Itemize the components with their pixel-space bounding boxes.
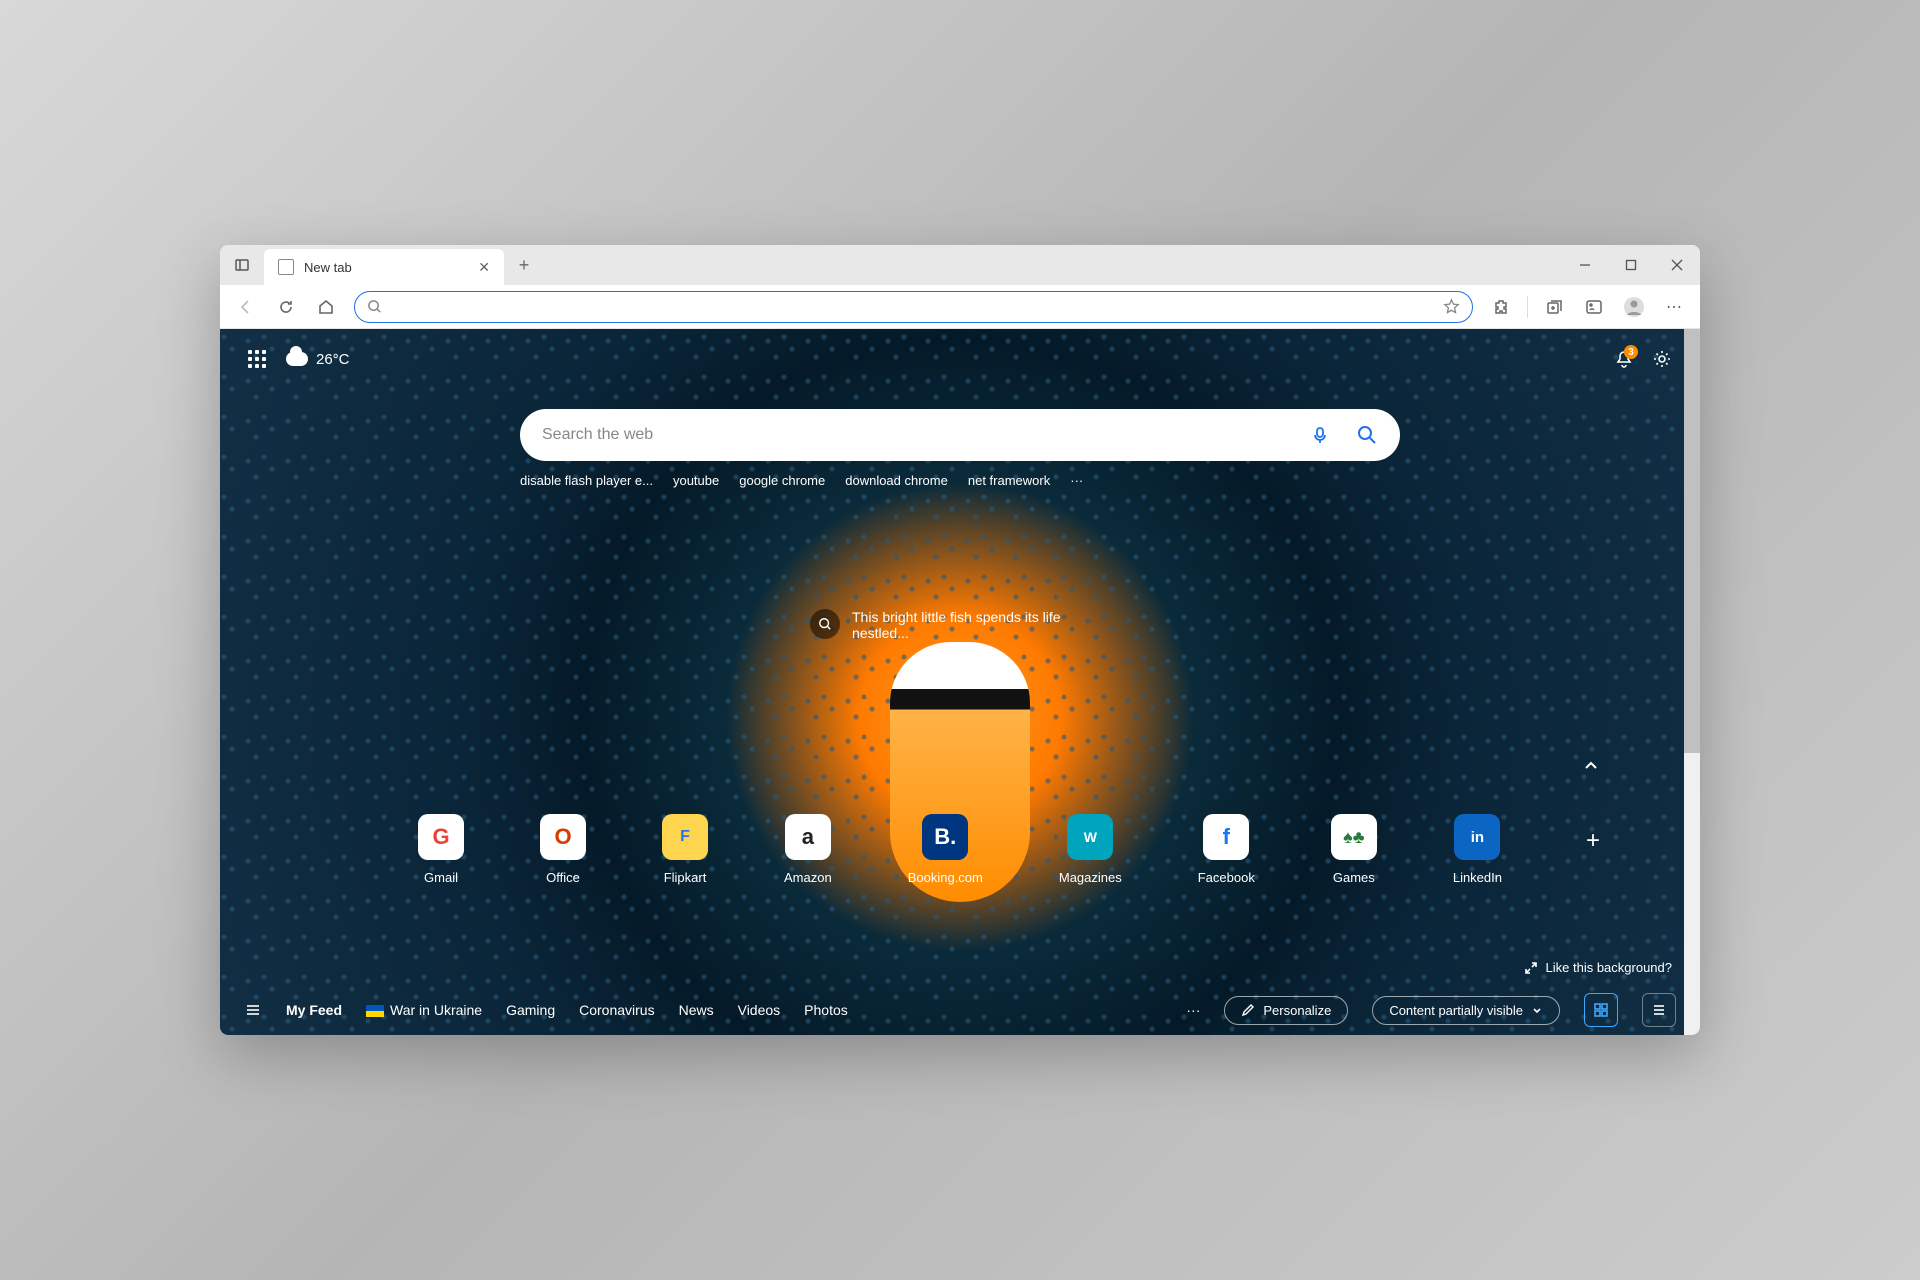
visibility-label: Content partially visible <box>1389 1003 1523 1018</box>
tile-flipkart[interactable]: FFlipkart <box>662 814 708 885</box>
tile-label: Magazines <box>1059 870 1122 885</box>
extensions-button[interactable] <box>1483 289 1519 325</box>
tile-label: Amazon <box>784 870 832 885</box>
cloud-icon <box>286 352 308 366</box>
back-button[interactable] <box>228 289 264 325</box>
tab-close-button[interactable]: ✕ <box>478 259 490 276</box>
info-search-icon <box>810 609 840 639</box>
new-tab-page: 26°C 3 Search the web disable flash play… <box>220 329 1700 1035</box>
search-box[interactable]: Search the web <box>520 409 1400 461</box>
search-icon <box>367 299 382 314</box>
feed-item[interactable]: Videos <box>738 1002 781 1018</box>
scrollbar[interactable] <box>1684 329 1700 1035</box>
search-suggestions: disable flash player e... youtube google… <box>520 473 1400 488</box>
tooltip-text: This bright little fish spends its life … <box>852 609 1110 641</box>
quick-links: GGmail OOffice FFlipkart aAmazon B.Booki… <box>418 814 1502 885</box>
search-placeholder: Search the web <box>542 426 653 444</box>
feed-item-ukraine[interactable]: War in Ukraine <box>366 1002 482 1018</box>
toolbar-separator <box>1527 296 1528 318</box>
grid-view-button[interactable] <box>1584 993 1618 1027</box>
collapse-tiles-button[interactable] <box>1582 757 1600 775</box>
tile-magazines[interactable]: WMagazines <box>1059 814 1122 885</box>
suggestion-item[interactable]: disable flash player e... <box>520 473 653 488</box>
tile-label: LinkedIn <box>1453 870 1502 885</box>
suggestion-item[interactable]: google chrome <box>739 473 825 488</box>
notification-badge: 3 <box>1624 345 1638 359</box>
list-view-button[interactable] <box>1642 993 1676 1027</box>
pencil-icon <box>1241 1003 1255 1017</box>
like-background-button[interactable]: Like this background? <box>1524 960 1672 975</box>
profile-button[interactable] <box>1616 289 1652 325</box>
home-button[interactable] <box>308 289 344 325</box>
temperature-text: 26°C <box>316 351 350 368</box>
page-settings-button[interactable] <box>1652 349 1672 369</box>
suggestion-item[interactable]: download chrome <box>845 473 948 488</box>
microphone-icon[interactable] <box>1310 425 1330 445</box>
content-visibility-dropdown[interactable]: Content partially visible <box>1372 996 1560 1025</box>
tile-linkedin[interactable]: inLinkedIn <box>1453 814 1502 885</box>
suggestion-item[interactable]: net framework <box>968 473 1050 488</box>
add-tile-button[interactable]: + <box>1586 827 1600 855</box>
search-submit-icon[interactable] <box>1356 424 1378 446</box>
titlebar: New tab ✕ + <box>220 245 1700 285</box>
tile-gmail[interactable]: GGmail <box>418 814 464 885</box>
like-bg-label: Like this background? <box>1546 960 1672 975</box>
notifications-button[interactable]: 3 <box>1614 349 1634 369</box>
tab-title: New tab <box>304 260 352 275</box>
app-launcher-icon[interactable] <box>248 350 266 368</box>
ukraine-flag-icon <box>366 1005 384 1017</box>
toolbar: ⋯ <box>220 285 1700 329</box>
chevron-down-icon <box>1531 1004 1543 1016</box>
sidebar-button[interactable] <box>1576 289 1612 325</box>
tile-label: Gmail <box>424 870 458 885</box>
suggestion-more[interactable]: ··· <box>1070 473 1083 488</box>
tab-favicon <box>278 259 294 275</box>
feed-more-button[interactable]: ··· <box>1186 1002 1200 1018</box>
refresh-button[interactable] <box>268 289 304 325</box>
collections-button[interactable] <box>1536 289 1572 325</box>
gear-icon <box>1652 349 1672 369</box>
address-bar[interactable] <box>354 291 1473 323</box>
tile-label: Booking.com <box>908 870 983 885</box>
tab-new-tab[interactable]: New tab ✕ <box>264 249 504 285</box>
image-info-tooltip[interactable]: This bright little fish spends its life … <box>810 609 1110 641</box>
tile-amazon[interactable]: aAmazon <box>784 814 832 885</box>
tile-label: Games <box>1333 870 1375 885</box>
feed-item[interactable]: Coronavirus <box>579 1002 654 1018</box>
tile-label: Facebook <box>1198 870 1255 885</box>
settings-menu-button[interactable]: ⋯ <box>1656 289 1692 325</box>
feed-title[interactable]: My Feed <box>286 1002 342 1018</box>
list-icon <box>1651 1002 1667 1018</box>
window-controls <box>1562 245 1700 285</box>
minimize-button[interactable] <box>1562 245 1608 285</box>
tile-label: Flipkart <box>664 870 707 885</box>
feed-item[interactable]: Photos <box>804 1002 848 1018</box>
feed-menu-button[interactable] <box>244 1001 262 1019</box>
tile-office[interactable]: OOffice <box>540 814 586 885</box>
maximize-button[interactable] <box>1608 245 1654 285</box>
suggestion-item[interactable]: youtube <box>673 473 719 488</box>
scrollbar-thumb[interactable] <box>1684 329 1700 753</box>
close-window-button[interactable] <box>1654 245 1700 285</box>
feed-item[interactable]: Gaming <box>506 1002 555 1018</box>
personalize-label: Personalize <box>1263 1003 1331 1018</box>
tile-booking[interactable]: B.Booking.com <box>908 814 983 885</box>
feed-bar: My Feed War in Ukraine Gaming Coronaviru… <box>220 985 1700 1035</box>
personalize-button[interactable]: Personalize <box>1224 996 1348 1025</box>
page-topbar: 26°C 3 <box>220 329 1700 389</box>
favorite-icon[interactable] <box>1443 298 1460 315</box>
feed-item[interactable]: News <box>679 1002 714 1018</box>
grid-icon <box>1593 1002 1609 1018</box>
address-input[interactable] <box>392 299 1433 315</box>
tile-facebook[interactable]: fFacebook <box>1198 814 1255 885</box>
new-tab-button[interactable]: + <box>504 245 544 285</box>
tile-games[interactable]: ♠♣Games <box>1331 814 1377 885</box>
weather-widget[interactable]: 26°C <box>286 351 350 368</box>
tile-label: Office <box>546 870 580 885</box>
expand-icon <box>1524 961 1538 975</box>
browser-window: New tab ✕ + <box>220 245 1700 1035</box>
tab-actions-button[interactable] <box>220 245 264 285</box>
